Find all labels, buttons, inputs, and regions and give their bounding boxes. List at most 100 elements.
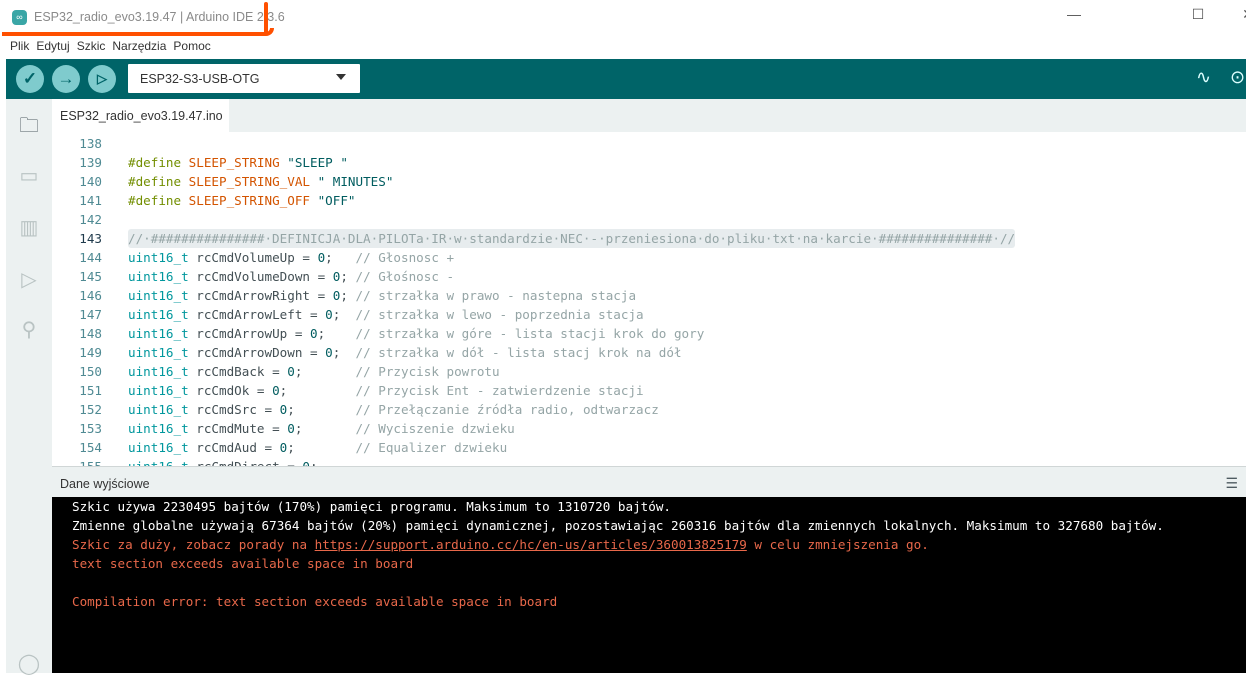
close-button[interactable]: ✕	[1236, 6, 1246, 23]
code-text: uint16_t rcCmdArrowUp = 0; // strzałka w…	[128, 324, 704, 343]
error-text: Szkic za duży, zobacz porady na	[72, 537, 315, 552]
code-token: "OFF"	[310, 193, 356, 208]
code-line[interactable]: 147 uint16_t rcCmdArrowLeft = 0; // strza…	[52, 305, 1246, 324]
code-line[interactable]: 152 uint16_t rcCmdSrc = 0; // Przełączani…	[52, 400, 1246, 419]
serial-monitor-icon[interactable]: ⊙	[1230, 67, 1245, 88]
code-token: ;	[340, 288, 356, 303]
code-line[interactable]: 153 uint16_t rcCmdMute = 0; // Wyciszenie…	[52, 419, 1246, 438]
code-token: rcCmdArrowDown =	[188, 345, 326, 360]
code-token: ;	[310, 459, 356, 466]
code-line[interactable]: 145 uint16_t rcCmdVolumeDown = 0; // Głoś…	[52, 267, 1246, 286]
code-line[interactable]: 140 #define SLEEP_STRING_VAL " MINUTES"	[52, 172, 1246, 191]
verify-button[interactable]: ✓	[16, 65, 44, 93]
menu-plik[interactable]: Plik	[0, 36, 34, 58]
code-line[interactable]: 141 #define SLEEP_STRING_OFF "OFF"	[52, 191, 1246, 210]
menu-narzedzia[interactable]: Narzędzia	[110, 36, 171, 58]
code-editor[interactable]: 138 139 #define SLEEP_STRING "SLEEP " 140 #d…	[52, 132, 1246, 466]
output-title: Dane wyjściowe	[60, 477, 150, 491]
maximize-button[interactable]: ☐	[1186, 6, 1210, 23]
code-line[interactable]: 144 uint16_t rcCmdVolumeUp = 0; // Głosno…	[52, 248, 1246, 267]
code-line[interactable]: 151 uint16_t rcCmdOk = 0; // Przycisk Ent…	[52, 381, 1246, 400]
code-text: uint16_t rcCmdVolumeUp = 0; // Głosnosc …	[128, 248, 454, 267]
line-number: 141	[79, 193, 102, 208]
line-number: 147	[79, 307, 102, 322]
code-token: // Przycisk powrotu	[355, 364, 500, 379]
code-line[interactable]: 148 uint16_t rcCmdArrowUp = 0; // strzałk…	[52, 324, 1246, 343]
code-line[interactable]: 150 uint16_t rcCmdBack = 0; // Przycisk p…	[52, 362, 1246, 381]
line-number: 151	[79, 383, 102, 398]
serial-plotter-icon[interactable]: ∿	[1196, 67, 1211, 88]
tab-sketch-file[interactable]: ESP32_radio_evo3.19.47.ino	[52, 99, 229, 132]
code-line[interactable]: 155 uint16_t rcCmdDirect = 0;	[52, 457, 1246, 466]
profile-icon[interactable]: ◯	[16, 651, 42, 677]
output-line: Zmienne globalne używają 67364 bajtów (2…	[72, 518, 1164, 533]
code-token: // Equalizer dzwieku	[355, 440, 508, 455]
code-token: #define	[128, 174, 189, 189]
code-text: //·###############·DEFINICJA·DLA·PILOTa·…	[128, 229, 1016, 248]
debug-button[interactable]: ▷	[88, 65, 116, 93]
minimize-button[interactable]: —	[1062, 6, 1086, 22]
code-token: uint16_t	[128, 459, 189, 466]
code-line[interactable]: 139 #define SLEEP_STRING "SLEEP "	[52, 153, 1246, 172]
line-number: 144	[79, 250, 102, 265]
code-token: #define	[128, 155, 189, 170]
code-token: uint16_t	[128, 421, 189, 436]
upload-button[interactable]: →	[52, 65, 80, 93]
code-token: 0	[325, 307, 333, 322]
boards-manager-icon[interactable]: ▭	[16, 163, 42, 189]
sidebar: 🗀 ▭ ▥ ▷ ⚲ ◯	[6, 99, 52, 675]
code-token: ;	[287, 402, 356, 417]
code-token: 0	[302, 459, 310, 466]
code-line[interactable]: 142	[52, 210, 1246, 229]
library-manager-icon[interactable]: ▥	[16, 215, 42, 241]
code-line[interactable]: 138	[52, 134, 1246, 153]
menu-bar: Plik Edytuj Szkic Narzędzia Pomoc	[0, 36, 216, 58]
output-line-blank	[72, 573, 1246, 592]
compilation-error: Compilation error: text section exceeds …	[72, 594, 558, 609]
debug-icon[interactable]: ▷	[16, 267, 42, 293]
code-token: // strzałka w góre - lista stacji krok d…	[355, 326, 705, 341]
clear-output-icon[interactable]: ☰	[1225, 475, 1238, 492]
code-token: ;	[294, 364, 356, 379]
code-token: rcCmdArrowUp =	[188, 326, 310, 341]
code-token: ;	[325, 250, 356, 265]
code-token: ;	[279, 383, 356, 398]
code-line[interactable]: 143 //·###############·DEFINICJA·DLA·PILO…	[52, 229, 1246, 248]
code-token: uint16_t	[128, 345, 189, 360]
code-token: rcCmdArrowRight =	[188, 288, 333, 303]
line-number: 145	[79, 269, 102, 284]
code-token: // Głośnosc -	[355, 269, 455, 284]
menu-szkic[interactable]: Szkic	[75, 36, 111, 58]
code-text: uint16_t rcCmdDirect = 0;	[128, 457, 356, 466]
code-token: uint16_t	[128, 250, 189, 265]
code-token: 0	[310, 326, 318, 341]
code-line[interactable]: 146 uint16_t rcCmdArrowRight = 0; // strz…	[52, 286, 1246, 305]
title-bar: ∞ ESP32_radio_evo3.19.47 | Arduino IDE 2…	[0, 0, 1246, 36]
code-line[interactable]: 154 uint16_t rcCmdAud = 0; // Equalizer d…	[52, 438, 1246, 457]
code-token: uint16_t	[128, 402, 189, 417]
output-console[interactable]: Szkic używa 2230495 bajtów (170%) pamięc…	[52, 497, 1246, 673]
output-panel-header: Dane wyjściowe ☰	[52, 466, 1246, 497]
code-token: // Przycisk Ent - zatwierdzenie stacji	[355, 383, 644, 398]
board-selector[interactable]: ESP32-S3-USB-OTG	[128, 64, 360, 93]
code-token: SLEEP_STRING_OFF	[188, 193, 310, 208]
output-line-error: Szkic za duży, zobacz porady na https://…	[72, 535, 1246, 554]
support-link[interactable]: https://support.arduino.cc/hc/en-us/arti…	[315, 537, 747, 552]
code-text: #define SLEEP_STRING_VAL " MINUTES"	[128, 172, 393, 191]
debug-icon: ▷	[97, 71, 107, 86]
code-token: ;	[287, 440, 356, 455]
code-token: ;	[332, 345, 356, 360]
code-token: // strzałka w prawo - nastepna stacja	[355, 288, 637, 303]
menu-pomoc[interactable]: Pomoc	[171, 36, 215, 58]
code-text: uint16_t rcCmdArrowDown = 0; // strzałka…	[128, 343, 682, 362]
code-line[interactable]: 149 uint16_t rcCmdArrowDown = 0; // strza…	[52, 343, 1246, 362]
sketchbook-folder-icon[interactable]: 🗀	[16, 111, 42, 137]
board-name: ESP32-S3-USB-OTG	[140, 72, 260, 86]
code-token: 0	[287, 421, 295, 436]
code-token: rcCmdOk =	[188, 383, 273, 398]
menu-edytuj[interactable]: Edytuj	[34, 36, 74, 58]
line-number: 142	[79, 212, 102, 227]
line-number: 155	[52, 457, 102, 466]
search-icon[interactable]: ⚲	[16, 317, 42, 343]
code-token: uint16_t	[128, 440, 189, 455]
